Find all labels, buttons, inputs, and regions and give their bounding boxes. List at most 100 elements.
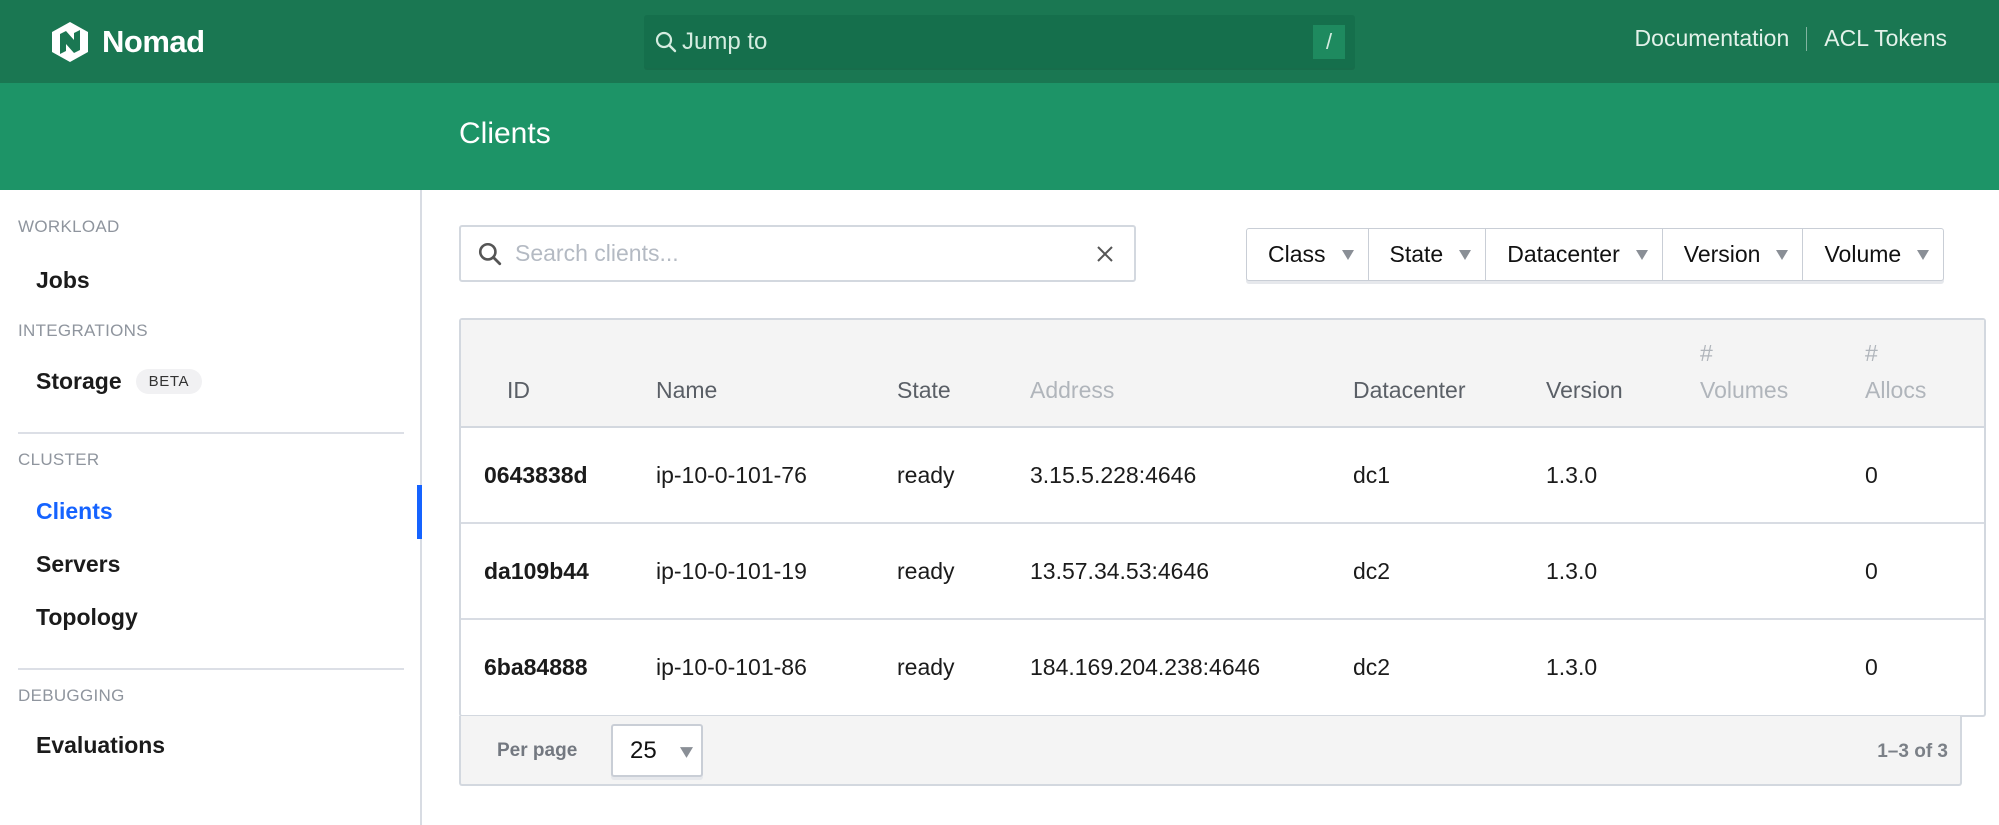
client-id[interactable]: 0643838d	[461, 427, 656, 523]
table-row[interactable]: 6ba84888 ip-10-0-101-86 ready 184.169.20…	[461, 619, 1984, 715]
filter-label: Version	[1683, 241, 1761, 267]
sidebar-item-jobs[interactable]: Jobs	[36, 267, 90, 294]
client-datacenter: dc2	[1353, 654, 1391, 680]
caret-down-icon	[1341, 249, 1354, 260]
column-header-label: Volumes	[1700, 377, 1789, 403]
client-address: 13.57.34.53:4646	[1030, 557, 1210, 584]
table-header-row: ID Name State Address Datacenter Version…	[461, 320, 1984, 427]
caret-down-icon	[680, 747, 693, 758]
sidebar-item-servers[interactable]: Servers	[36, 551, 120, 578]
client-id[interactable]: 6ba84888	[461, 619, 656, 715]
client-volumes	[1700, 523, 1865, 619]
client-id[interactable]: da109b44	[461, 523, 656, 619]
filter-label: Datacenter	[1507, 241, 1620, 267]
per-page-select[interactable]: 25	[611, 724, 703, 777]
per-page-value: 25	[630, 736, 657, 764]
client-volumes	[1700, 619, 1865, 715]
clear-search-button[interactable]	[1092, 241, 1118, 267]
filter-bar: Class State Datacenter Version Volume	[1246, 228, 1945, 281]
search-clients-box	[459, 225, 1136, 282]
keyboard-shortcut-hint: /	[1313, 25, 1345, 59]
column-header-label: Allocs	[1865, 377, 1927, 403]
app-name: Nomad	[102, 24, 205, 59]
jump-to-search[interactable]: Jump to /	[644, 15, 1355, 68]
column-header-state[interactable]: State	[897, 320, 1030, 427]
filter-state-dropdown[interactable]: State	[1369, 229, 1487, 280]
client-state: ready	[897, 654, 955, 680]
top-links: Documentation ACL Tokens	[1635, 25, 1947, 52]
nomad-logo-link[interactable]: Nomad	[50, 20, 205, 64]
client-allocs: 0	[1865, 654, 1878, 680]
sidebar-section-workload: WORKLOAD	[18, 217, 120, 236]
caret-down-icon	[1776, 249, 1789, 260]
jump-to-placeholder: Jump to	[682, 27, 768, 55]
filter-class-dropdown[interactable]: Class	[1247, 229, 1369, 280]
sidebar-item-label: Servers	[36, 551, 121, 577]
table-footer: Per page 25 1–3 of 3	[459, 716, 1962, 786]
client-version: 1.3.0	[1546, 461, 1598, 488]
sidebar-section-integrations: INTEGRATIONS	[18, 321, 148, 340]
sidebar-item-label: Jobs	[36, 267, 90, 293]
beta-badge: BETA	[135, 369, 203, 394]
search-icon	[475, 239, 505, 269]
column-header-allocs: # Allocs	[1865, 320, 1984, 427]
client-volumes	[1700, 427, 1865, 523]
client-name: ip-10-0-101-86	[656, 654, 807, 680]
sidebar-divider	[18, 432, 404, 434]
table-row[interactable]: 0643838d ip-10-0-101-76 ready 3.15.5.228…	[461, 427, 1984, 523]
page-header: Clients	[0, 83, 1999, 190]
pagination-info: 1–3 of 3	[1877, 741, 1948, 762]
client-allocs: 0	[1865, 557, 1878, 584]
acl-tokens-link[interactable]: ACL Tokens	[1824, 25, 1947, 52]
client-state: ready	[897, 557, 955, 584]
client-datacenter: dc2	[1353, 557, 1391, 584]
column-header-name[interactable]: Name	[656, 320, 897, 427]
sidebar-item-label: Storage	[36, 368, 122, 394]
client-allocs: 0	[1865, 461, 1878, 488]
client-version: 1.3.0	[1546, 557, 1598, 584]
nomad-logo-icon	[52, 22, 88, 62]
column-header-address: Address	[1030, 377, 1115, 403]
sidebar: WORKLOAD Jobs INTEGRATIONS Storage BETA …	[0, 190, 422, 825]
client-state: ready	[897, 461, 955, 488]
active-indicator	[417, 485, 422, 539]
link-divider	[1806, 26, 1808, 51]
sidebar-item-label: Topology	[36, 604, 138, 630]
filter-label: Class	[1268, 241, 1326, 267]
search-input[interactable]	[515, 240, 1075, 267]
sidebar-item-topology[interactable]: Topology	[36, 604, 138, 631]
column-header-datacenter[interactable]: Datacenter	[1353, 320, 1546, 427]
client-name: ip-10-0-101-76	[656, 461, 807, 488]
column-header-volumes: # Volumes	[1700, 320, 1865, 427]
filter-label: Volume	[1824, 241, 1902, 267]
sidebar-section-debugging: DEBUGGING	[18, 686, 125, 705]
documentation-link[interactable]: Documentation	[1635, 25, 1790, 52]
table-row[interactable]: da109b44 ip-10-0-101-19 ready 13.57.34.5…	[461, 523, 1984, 619]
client-name: ip-10-0-101-19	[656, 557, 807, 584]
search-icon	[652, 28, 680, 56]
column-header-id[interactable]: ID	[461, 320, 656, 427]
column-header-hash: #	[1865, 340, 1878, 366]
filter-version-dropdown[interactable]: Version	[1663, 229, 1804, 280]
sidebar-item-label: Evaluations	[36, 732, 166, 758]
caret-down-icon	[1459, 249, 1472, 260]
client-address: 184.169.204.238:4646	[1030, 654, 1261, 680]
sidebar-item-evaluations[interactable]: Evaluations	[36, 732, 165, 759]
clients-table: ID Name State Address Datacenter Version…	[459, 318, 1986, 717]
sidebar-divider	[18, 668, 404, 670]
sidebar-item-label: Clients	[36, 498, 113, 524]
per-page-label: Per page	[497, 740, 578, 761]
client-version: 1.3.0	[1546, 654, 1598, 680]
close-icon	[1097, 246, 1113, 262]
client-address: 3.15.5.228:4646	[1030, 461, 1197, 488]
caret-down-icon	[1635, 249, 1648, 260]
top-nav: Nomad Jump to / Documentation ACL Tokens	[0, 0, 1999, 83]
column-header-hash: #	[1700, 340, 1713, 366]
sidebar-item-clients[interactable]: Clients	[36, 498, 113, 525]
sidebar-item-storage[interactable]: Storage BETA	[36, 368, 203, 395]
filter-datacenter-dropdown[interactable]: Datacenter	[1486, 229, 1663, 280]
filter-volume-dropdown[interactable]: Volume	[1803, 229, 1943, 280]
sidebar-section-cluster: CLUSTER	[18, 450, 100, 469]
column-header-version[interactable]: Version	[1546, 320, 1700, 427]
filter-label: State	[1389, 241, 1444, 267]
